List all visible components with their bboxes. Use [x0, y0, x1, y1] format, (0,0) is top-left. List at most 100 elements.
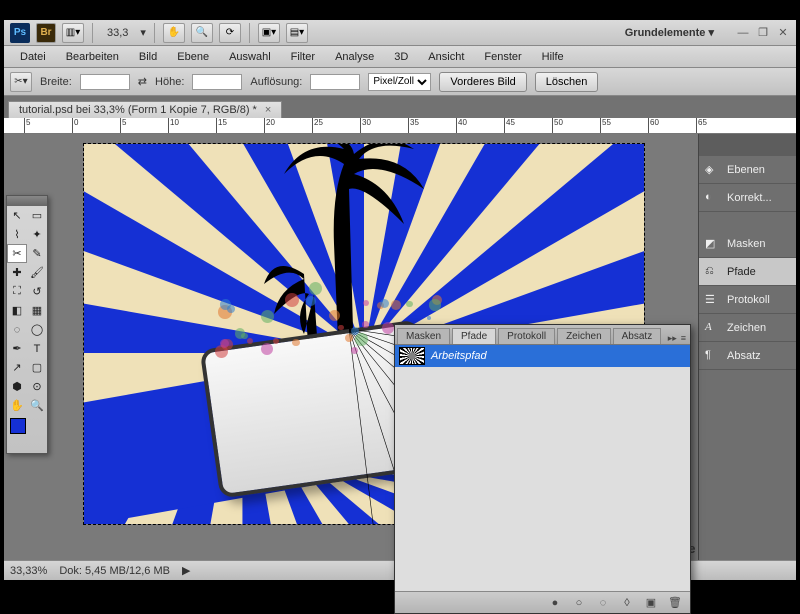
- status-doc-size[interactable]: Dok: 5,45 MB/12,6 MB: [59, 565, 170, 577]
- stroke-path-icon[interactable]: ○: [572, 596, 586, 610]
- path-from-selection-icon[interactable]: ◊: [620, 596, 634, 610]
- menu-datei[interactable]: Datei: [10, 51, 56, 63]
- marquee-tool[interactable]: ▭: [27, 206, 47, 225]
- crop-tool[interactable]: ✂: [7, 244, 27, 263]
- dock-masken[interactable]: ◩Masken: [699, 230, 796, 258]
- paths-icon: ⎌: [705, 265, 721, 279]
- menu-bearbeiten[interactable]: Bearbeiten: [56, 51, 129, 63]
- window-close[interactable]: ✕: [776, 26, 790, 40]
- mask-icon: ◩: [705, 237, 721, 251]
- zoom-value[interactable]: 33,3: [101, 27, 134, 39]
- delete-path-icon[interactable]: 🗑: [668, 596, 682, 610]
- status-zoom[interactable]: 33,33%: [10, 565, 47, 577]
- menu-ansicht[interactable]: Ansicht: [418, 51, 474, 63]
- menu-3d[interactable]: 3D: [384, 51, 418, 63]
- ps-logo: Ps: [10, 23, 30, 43]
- rotate-view-icon[interactable]: ⟳: [219, 23, 241, 43]
- zoom-tool[interactable]: 🔍: [27, 396, 47, 415]
- hand-tool-icon[interactable]: ✋: [163, 23, 185, 43]
- swap-wh-icon[interactable]: ⇄: [138, 75, 147, 88]
- arrange-docs-icon[interactable]: ▤▾: [286, 23, 308, 43]
- blur-tool[interactable]: ◌: [7, 320, 27, 339]
- bridge-logo[interactable]: Br: [36, 23, 56, 43]
- path-item[interactable]: Arbeitspfad: [395, 345, 690, 367]
- type-tool[interactable]: T: [27, 339, 47, 358]
- stamp-tool[interactable]: ⛶: [7, 282, 27, 301]
- shape-tool[interactable]: ▢: [27, 358, 47, 377]
- dodge-tool[interactable]: ◯: [27, 320, 47, 339]
- panel-menu-icon[interactable]: ≡: [681, 333, 686, 344]
- menu-filter[interactable]: Filter: [281, 51, 325, 63]
- move-tool[interactable]: ↖: [7, 206, 27, 225]
- history-brush-tool[interactable]: ↺: [27, 282, 47, 301]
- resolution-input[interactable]: [310, 74, 360, 90]
- menu-analyse[interactable]: Analyse: [325, 51, 384, 63]
- hand-tool[interactable]: ✋: [7, 396, 27, 415]
- crop-tool-preset-icon[interactable]: ✂▾: [10, 72, 32, 92]
- clear-button[interactable]: Löschen: [535, 72, 599, 92]
- panel-collapse-icon[interactable]: ▸▸: [668, 333, 677, 344]
- dock-pfade[interactable]: ⎌Pfade: [699, 258, 796, 286]
- tab-zeichen[interactable]: Zeichen: [557, 328, 611, 344]
- adjustments-icon: ◐: [705, 191, 721, 205]
- eyedropper-tool[interactable]: ✎: [27, 244, 47, 263]
- new-path-icon[interactable]: ▣: [644, 596, 658, 610]
- tab-pfade[interactable]: Pfade: [452, 328, 496, 344]
- menu-bild[interactable]: Bild: [129, 51, 167, 63]
- panel-footer: ● ○ ◌ ◊ ▣ 🗑: [395, 591, 690, 613]
- window-restore[interactable]: ❐: [756, 26, 770, 40]
- tab-masken[interactable]: Masken: [397, 328, 450, 344]
- menu-fenster[interactable]: Fenster: [474, 51, 531, 63]
- resolution-units[interactable]: Pixel/Zoll: [368, 73, 431, 91]
- window-minimize[interactable]: —: [736, 26, 750, 40]
- path-name: Arbeitspfad: [431, 350, 487, 362]
- zoom-tool-icon[interactable]: 🔍: [191, 23, 213, 43]
- tab-absatz[interactable]: Absatz: [613, 328, 662, 344]
- height-label: Höhe:: [155, 76, 184, 88]
- menu-bar: Datei Bearbeiten Bild Ebene Auswahl Filt…: [4, 46, 796, 68]
- height-input[interactable]: [192, 74, 242, 90]
- toolbox-grip[interactable]: [7, 196, 47, 206]
- wand-tool[interactable]: ✦: [27, 225, 47, 244]
- close-document-icon[interactable]: ×: [265, 104, 271, 116]
- dock-absatz[interactable]: ¶Absatz: [699, 342, 796, 370]
- front-image-button[interactable]: Vorderes Bild: [439, 72, 526, 92]
- dock-protokoll[interactable]: ☰Protokoll: [699, 286, 796, 314]
- width-input[interactable]: [80, 74, 130, 90]
- menu-auswahl[interactable]: Auswahl: [219, 51, 281, 63]
- brush-tool[interactable]: 🖌: [27, 263, 47, 282]
- dock-ebenen[interactable]: ◈Ebenen: [699, 156, 796, 184]
- toolbox[interactable]: ↖ ▭ ⌇ ✦ ✂ ✎ ✚ 🖌 ⛶ ↺ ◧ ▦ ◌ ◯ ✒ T ↗ ▢ ⬢ ⊙ …: [6, 195, 48, 454]
- paths-panel[interactable]: Masken Pfade Protokoll Zeichen Absatz ▸▸…: [394, 324, 691, 614]
- lasso-tool[interactable]: ⌇: [7, 225, 27, 244]
- document-tab[interactable]: tutorial.psd bei 33,3% (Form 1 Kopie 7, …: [8, 101, 282, 118]
- app-titlebar: Ps Br ▥▾ 33,3▾ ✋ 🔍 ⟳ ▣▾ ▤▾ Grundelemente…: [4, 20, 796, 46]
- dock-zeichen[interactable]: AZeichen: [699, 314, 796, 342]
- screen-mode-icon[interactable]: ▣▾: [258, 23, 280, 43]
- menu-ebene[interactable]: Ebene: [167, 51, 219, 63]
- eraser-tool[interactable]: ◧: [7, 301, 27, 320]
- right-dock: ◈Ebenen ◐Korrekt... ◩Masken ⎌Pfade ☰Prot…: [698, 134, 796, 564]
- 3d-tool[interactable]: ⬢: [7, 377, 27, 396]
- tab-protokoll[interactable]: Protokoll: [498, 328, 555, 344]
- layout-dropdown[interactable]: ▥▾: [62, 23, 84, 43]
- workspace-switcher[interactable]: Grundelemente ▾: [619, 26, 720, 39]
- color-swatches[interactable]: [7, 415, 47, 453]
- menu-hilfe[interactable]: Hilfe: [532, 51, 574, 63]
- selection-from-path-icon[interactable]: ◌: [596, 596, 610, 610]
- fill-path-icon[interactable]: ●: [548, 596, 562, 610]
- panel-tabs: Masken Pfade Protokoll Zeichen Absatz ▸▸…: [395, 325, 690, 345]
- healing-tool[interactable]: ✚: [7, 263, 27, 282]
- pen-tool[interactable]: ✒: [7, 339, 27, 358]
- resolution-label: Auflösung:: [250, 76, 302, 88]
- dock-korrekturen[interactable]: ◐Korrekt...: [699, 184, 796, 212]
- status-arrow-icon[interactable]: ▶: [182, 564, 190, 577]
- foreground-swatch[interactable]: [10, 418, 26, 434]
- character-icon: A: [705, 321, 721, 335]
- paragraph-icon: ¶: [705, 349, 721, 363]
- document-tab-row: tutorial.psd bei 33,3% (Form 1 Kopie 7, …: [4, 96, 796, 118]
- gradient-tool[interactable]: ▦: [27, 301, 47, 320]
- path-select-tool[interactable]: ↗: [7, 358, 27, 377]
- 3d-camera-tool[interactable]: ⊙: [27, 377, 47, 396]
- history-icon: ☰: [705, 293, 721, 307]
